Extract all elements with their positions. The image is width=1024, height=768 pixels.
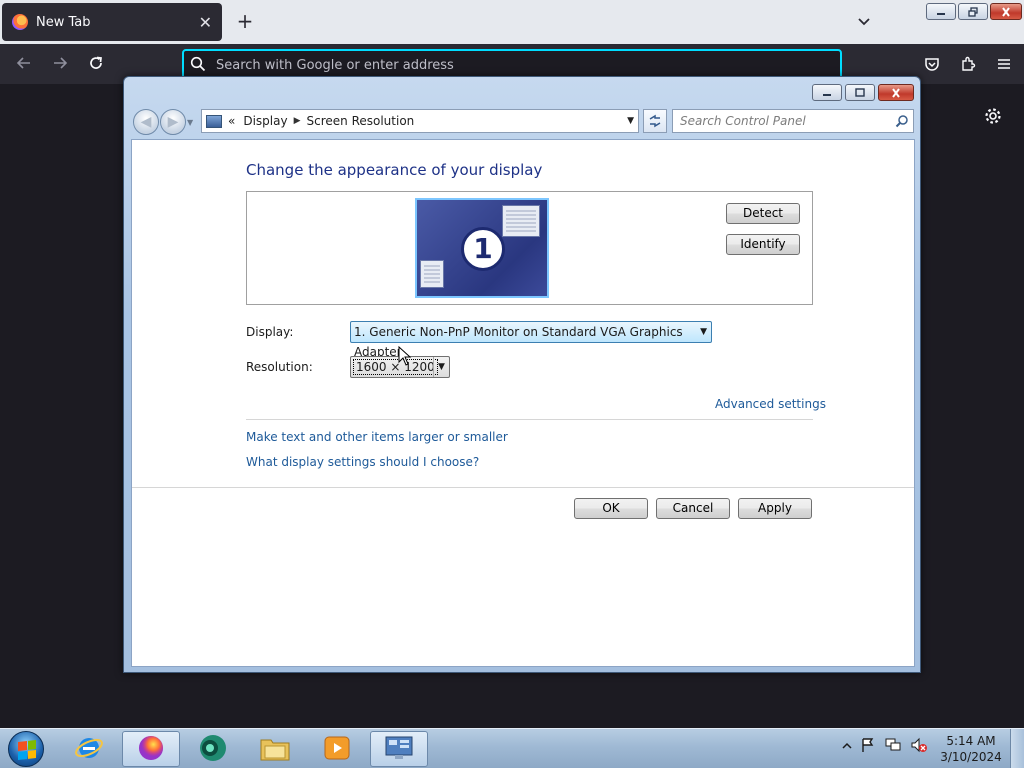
- volume-muted-icon[interactable]: [910, 737, 928, 756]
- address-row: ◀ ▶ ▼ « Display ▶ Screen Resolution ▼: [131, 107, 915, 135]
- system-tray: [842, 737, 928, 756]
- extensions-icon[interactable]: [958, 54, 978, 74]
- clock-time: 5:14 AM: [946, 734, 996, 748]
- mini-window-icon: [420, 260, 444, 288]
- list-all-tabs-icon[interactable]: [854, 12, 874, 32]
- taskbar-internet-explorer[interactable]: [60, 731, 118, 767]
- display-label: Display:: [246, 325, 294, 339]
- taskbar-firefox[interactable]: [122, 731, 180, 767]
- content-pane: Change the appearance of your display 1 …: [131, 139, 915, 667]
- windows-flag-icon: [18, 740, 36, 760]
- mouse-cursor-icon: [398, 345, 412, 369]
- internet-explorer-icon: [74, 733, 104, 766]
- page-title: Change the appearance of your display: [246, 161, 543, 179]
- close-icon[interactable]: [878, 84, 914, 101]
- taskbar-control-panel[interactable]: [370, 731, 428, 767]
- media-player-icon: [322, 733, 352, 766]
- cancel-button[interactable]: Cancel: [656, 498, 730, 519]
- back-icon[interactable]: [14, 54, 34, 74]
- new-tab-button[interactable]: +: [234, 10, 256, 32]
- divider: [246, 419, 813, 420]
- firefox-icon: [136, 733, 166, 766]
- search-input[interactable]: [680, 114, 890, 128]
- minimize-icon[interactable]: [926, 3, 956, 20]
- display-settings-help-link[interactable]: What display settings should I choose?: [246, 455, 479, 469]
- tab-close-icon[interactable]: ✕: [199, 13, 212, 32]
- monitor-arrangement-box: 1 Detect Identify: [246, 191, 813, 305]
- breadcrumb-overflow[interactable]: «: [228, 114, 235, 128]
- browser-window-controls: [926, 3, 1022, 20]
- nav-buttons: ◀ ▶ ▼: [133, 109, 197, 135]
- apply-button[interactable]: Apply: [738, 498, 812, 519]
- chevron-down-icon: ▼: [433, 357, 449, 377]
- pocket-icon[interactable]: [922, 54, 942, 74]
- control-panel-icon: [206, 114, 222, 128]
- action-center-flag-icon[interactable]: [860, 737, 876, 756]
- breadcrumb-display[interactable]: Display: [243, 114, 287, 128]
- show-hidden-icons-icon[interactable]: [842, 740, 852, 754]
- window-controls: [812, 84, 914, 101]
- resolution-value: 1600 × 1200: [353, 359, 438, 375]
- close-icon[interactable]: [990, 3, 1022, 20]
- display-select[interactable]: 1. Generic Non-PnP Monitor on Standard V…: [350, 321, 712, 359]
- resolution-label: Resolution:: [246, 360, 313, 374]
- clock[interactable]: 5:14 AM 3/10/2024: [940, 733, 1002, 765]
- refresh-icon[interactable]: [643, 109, 667, 133]
- screen-resolution-window: ◀ ▶ ▼ « Display ▶ Screen Resolution ▼ Ch…: [123, 76, 921, 673]
- breadcrumb-screen-resolution[interactable]: Screen Resolution: [307, 114, 415, 128]
- search-icon: [895, 114, 909, 131]
- minimize-icon[interactable]: [812, 84, 842, 101]
- advanced-settings-link[interactable]: Advanced settings: [715, 397, 826, 411]
- restore-icon[interactable]: [958, 3, 988, 20]
- browser-tab[interactable]: New Tab ✕: [2, 3, 222, 41]
- divider: [132, 487, 914, 488]
- taskbar: 5:14 AM 3/10/2024: [0, 728, 1024, 768]
- browser-tab-strip: New Tab ✕ +: [0, 0, 1024, 44]
- maximize-icon[interactable]: [845, 84, 875, 101]
- menu-icon[interactable]: [994, 54, 1014, 74]
- chevron-down-icon: ▼: [700, 327, 707, 337]
- recent-pages-chevron-icon[interactable]: ▼: [187, 118, 197, 127]
- detect-button[interactable]: Detect: [726, 203, 800, 224]
- forward-icon[interactable]: [50, 54, 70, 74]
- back-arrow-icon[interactable]: ◀: [133, 109, 159, 135]
- media-center-icon: [197, 733, 229, 766]
- clock-date: 3/10/2024: [940, 750, 1002, 764]
- address-dropdown-icon[interactable]: ▼: [627, 116, 634, 126]
- control-panel-search[interactable]: [672, 109, 914, 133]
- text-size-link[interactable]: Make text and other items larger or smal…: [246, 430, 508, 444]
- taskbar-media-player[interactable]: [308, 731, 366, 767]
- taskbar-windows-explorer[interactable]: [246, 731, 304, 767]
- newtab-settings-gear-icon[interactable]: [983, 106, 1003, 126]
- identify-button[interactable]: Identify: [726, 234, 800, 255]
- reload-icon[interactable]: [86, 54, 106, 74]
- taskbar-media-center[interactable]: [184, 731, 242, 767]
- start-button[interactable]: [8, 731, 44, 767]
- monitor-1-thumbnail[interactable]: 1: [415, 198, 549, 298]
- folder-icon: [259, 734, 291, 765]
- ok-button[interactable]: OK: [574, 498, 648, 519]
- breadcrumb-separator-icon[interactable]: ▶: [294, 116, 301, 126]
- tab-title: New Tab: [36, 14, 91, 30]
- breadcrumb[interactable]: « Display ▶ Screen Resolution ▼: [201, 109, 639, 133]
- forward-arrow-icon[interactable]: ▶: [160, 109, 186, 135]
- toolbar-right-icons: [922, 54, 1014, 74]
- firefox-favicon-icon: [12, 14, 28, 30]
- control-panel-icon: [383, 733, 415, 766]
- show-desktop-button[interactable]: [1010, 729, 1024, 768]
- mini-window-icon: [502, 205, 540, 237]
- monitor-number: 1: [461, 227, 505, 271]
- network-icon[interactable]: [884, 737, 902, 756]
- url-input[interactable]: [216, 57, 816, 73]
- search-icon: [190, 56, 206, 75]
